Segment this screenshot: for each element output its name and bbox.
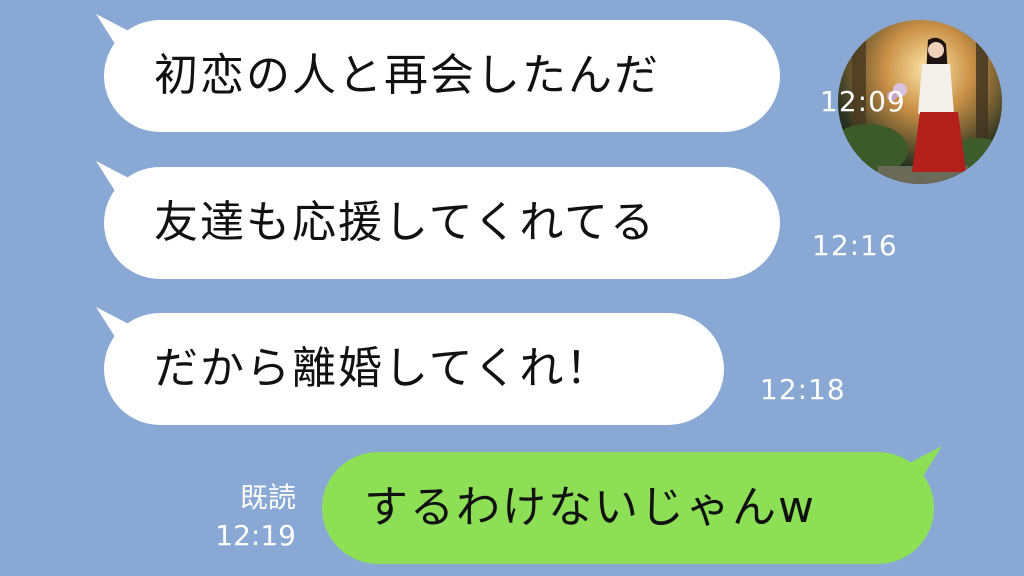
message-text: だから離婚してくれ！ <box>154 343 612 394</box>
message-text: するわけないじゃんw <box>364 482 816 533</box>
message-text: 友達も応援してくれてる <box>154 197 657 248</box>
message-time: 12:16 <box>812 229 898 262</box>
message-bubble[interactable]: 友達も応援してくれてる <box>104 167 780 279</box>
message-bubble[interactable]: だから離婚してくれ！ <box>104 313 724 425</box>
message-bubble[interactable]: 初恋の人と再会したんだ <box>104 20 780 132</box>
read-receipt: 既読 12:19 <box>200 484 296 550</box>
message-bubble-sent[interactable]: するわけないじゃんw <box>322 452 934 564</box>
chat-view: 初恋の人と再会したんだ 12:09 友達も応援してくれてる 12:16 だから離… <box>0 0 1024 576</box>
read-label: 既読 <box>239 481 296 514</box>
message-text: 初恋の人と再会したんだ <box>154 50 660 101</box>
message-time: 12:09 <box>820 85 906 118</box>
message-time: 12:19 <box>215 519 296 552</box>
message-time: 12:18 <box>760 373 846 406</box>
